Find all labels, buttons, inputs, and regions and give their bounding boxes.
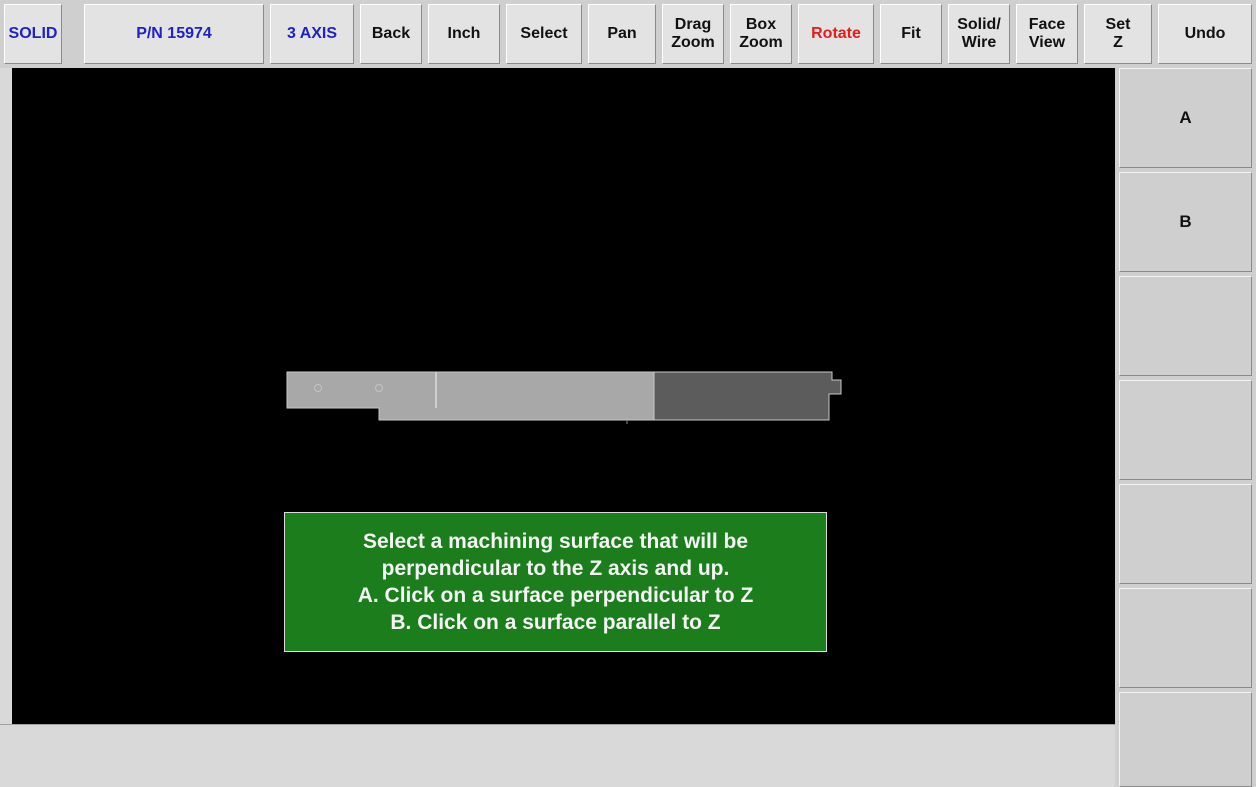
side-button-6[interactable]: [1119, 588, 1252, 688]
solid-mode-button[interactable]: SOLID: [4, 4, 62, 64]
select-button[interactable]: Select: [506, 4, 582, 64]
face-view-button[interactable]: Face View: [1016, 4, 1078, 64]
inch-units-button[interactable]: Inch: [428, 4, 500, 64]
left-edge-strip: [0, 68, 12, 724]
back-button[interactable]: Back: [360, 4, 422, 64]
undo-button[interactable]: Undo: [1158, 4, 1252, 64]
rotate-button[interactable]: Rotate: [798, 4, 874, 64]
prompt-line-4: B. Click on a surface parallel to Z: [390, 611, 721, 634]
option-a-button[interactable]: A: [1119, 68, 1252, 168]
set-z-button[interactable]: Set Z: [1084, 4, 1152, 64]
side-button-4[interactable]: [1119, 380, 1252, 480]
side-button-3[interactable]: [1119, 276, 1252, 376]
drag-zoom-button[interactable]: Drag Zoom: [662, 4, 724, 64]
side-button-5[interactable]: [1119, 484, 1252, 584]
part-light-section[interactable]: [286, 371, 655, 421]
prompt-line-3: A. Click on a surface perpendicular to Z: [357, 584, 754, 607]
prompt-line-1: Select a machining surface that will be: [362, 530, 749, 553]
pan-button[interactable]: Pan: [588, 4, 656, 64]
prompt-line-2: perpendicular to the Z axis and up.: [381, 557, 730, 580]
top-toolbar: SOLID P/N 15974 3 AXIS Back Inch Select …: [0, 0, 1256, 68]
3d-viewport[interactable]: Select a machining surface that will be …: [12, 68, 1115, 724]
part-number-button[interactable]: P/N 15974: [84, 4, 264, 64]
box-zoom-button[interactable]: Box Zoom: [730, 4, 792, 64]
part-dark-section[interactable]: [653, 371, 842, 421]
side-option-panel: A B: [1115, 68, 1256, 787]
solid-wire-button[interactable]: Solid/ Wire: [948, 4, 1010, 64]
option-b-button[interactable]: B: [1119, 172, 1252, 272]
instruction-prompt: Select a machining surface that will be …: [284, 512, 827, 652]
fit-button[interactable]: Fit: [880, 4, 942, 64]
side-button-7[interactable]: [1119, 692, 1252, 787]
status-bar: [0, 724, 1115, 787]
axis-mode-button[interactable]: 3 AXIS: [270, 4, 354, 64]
